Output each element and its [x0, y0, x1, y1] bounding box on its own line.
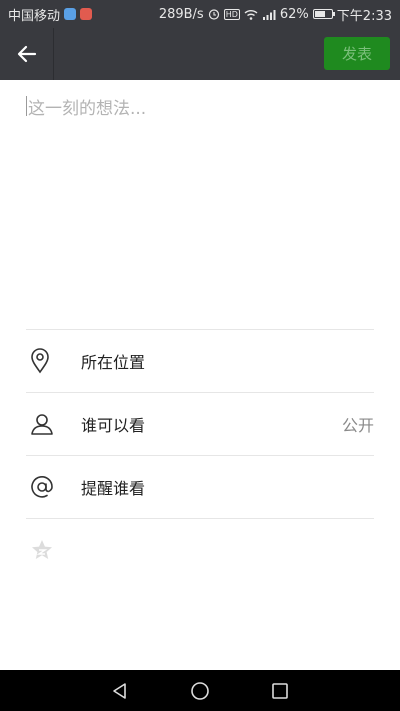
battery-fill	[314, 11, 325, 17]
status-bar: 中国移动 289B/s HD 62% 下午2:33	[0, 0, 400, 28]
clock: 下午2:33	[336, 8, 392, 24]
status-bar-left: 中国移动	[8, 5, 93, 24]
at-icon	[26, 472, 62, 502]
star-icon	[26, 535, 62, 565]
option-extra[interactable]	[26, 518, 374, 581]
option-mention[interactable]: 提醒谁看	[26, 455, 374, 518]
net-speed: 289B/s	[158, 6, 204, 22]
nav-recents-button[interactable]	[262, 673, 298, 709]
status-bar-right: 289B/s HD 62% 下午2:33	[159, 5, 392, 24]
option-visibility-label: 谁可以看	[81, 416, 146, 435]
option-mention-label: 提醒谁看	[81, 479, 146, 498]
option-visibility[interactable]: 谁可以看 公开	[26, 392, 374, 455]
post-options-list: 所在位置 谁可以看 公开 提醒谁看	[26, 329, 374, 581]
square-recents-icon	[272, 682, 288, 699]
system-nav-bar	[0, 670, 400, 711]
triangle-back-icon	[113, 682, 126, 699]
hd-icon: HD	[223, 8, 240, 20]
app-notification-icon	[64, 8, 77, 20]
nav-home-button[interactable]	[182, 673, 218, 709]
text-caret	[26, 96, 27, 116]
nav-back-button[interactable]	[102, 673, 138, 709]
publish-button[interactable]: 发表	[324, 37, 390, 70]
back-button[interactable]	[0, 28, 54, 80]
option-visibility-value: 公开	[341, 416, 374, 435]
battery-icon	[312, 9, 335, 19]
battery-percent: 62%	[279, 6, 309, 22]
arrow-left-icon	[17, 45, 36, 63]
option-location[interactable]: 所在位置	[26, 329, 374, 392]
person-icon	[26, 409, 62, 439]
post-text-input[interactable]: 这一刻的想法...	[26, 94, 376, 294]
wifi-icon	[244, 9, 258, 20]
alarm-icon	[208, 8, 220, 20]
post-text-placeholder: 这一刻的想法...	[28, 99, 147, 119]
signal-icon	[262, 9, 276, 20]
carrier-name: 中国移动	[8, 8, 61, 24]
app-bar: 发表	[0, 28, 400, 80]
map-notification-icon	[80, 8, 93, 20]
option-location-label: 所在位置	[81, 353, 146, 372]
location-pin-icon	[26, 346, 62, 376]
circle-home-icon	[191, 681, 209, 700]
